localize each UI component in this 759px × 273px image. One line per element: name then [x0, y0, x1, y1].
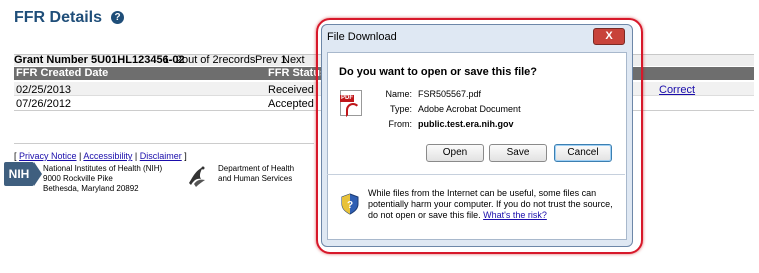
accessibility-link[interactable]: Accessibility: [83, 151, 132, 161]
privacy-notice-link[interactable]: Privacy Notice: [19, 151, 77, 161]
open-button[interactable]: Open: [426, 144, 484, 162]
file-type-value: Adobe Acrobat Document: [418, 104, 521, 114]
cancel-button[interactable]: Cancel: [554, 144, 612, 162]
cell-created-date: 02/25/2013: [16, 84, 72, 96]
column-header-date[interactable]: FFR Created Date: [16, 67, 108, 80]
nih-address-line: National Institutes of Health (NIH): [43, 164, 163, 173]
page-title: FFR Details: [14, 9, 103, 26]
footer-divider: [14, 143, 314, 144]
type-label: Type:: [389, 104, 412, 114]
security-shield-icon: ?: [341, 193, 359, 215]
dialog-question: Do you want to open or save this file?: [339, 66, 538, 78]
nih-address: National Institutes of Health (NIH) 9000…: [43, 164, 162, 194]
cell-created-date: 07/26/2012: [16, 98, 72, 110]
security-warning: While files from the Internet can be use…: [368, 188, 613, 221]
hhs-eagle-icon[interactable]: [185, 163, 211, 189]
nih-logo[interactable]: NIH: [4, 162, 34, 186]
nih-address-line: Bethesda, Maryland 20892: [43, 184, 139, 193]
hhs-name-line: and Human Services: [218, 174, 293, 183]
help-icon[interactable]: ?: [111, 11, 124, 24]
correct-link[interactable]: Correct: [659, 84, 695, 96]
hhs-name-line: Department of Health: [218, 164, 295, 173]
save-button[interactable]: Save: [489, 144, 547, 162]
records-count: 1- 2out of 2records: [163, 54, 256, 66]
disclaimer-link[interactable]: Disclaimer: [140, 151, 182, 161]
file-name-value: FSR505567.pdf: [418, 89, 482, 99]
nih-address-line: 9000 Rockville Pike: [43, 174, 113, 183]
dialog-title: File Download: [327, 31, 397, 43]
cell-status: Accepted: [268, 98, 314, 110]
cell-status: Received: [268, 84, 314, 96]
svg-text:?: ?: [347, 200, 353, 211]
nih-logo-arrow: [34, 162, 42, 186]
file-source-value: public.test.era.nih.gov: [418, 119, 514, 129]
footer-links: [ Privacy Notice | Accessibility | Discl…: [14, 151, 187, 161]
dialog-divider: [327, 174, 625, 175]
whats-the-risk-link[interactable]: What's the risk?: [483, 210, 547, 220]
close-button[interactable]: X: [593, 28, 625, 45]
pdf-file-icon: PDF: [340, 90, 362, 117]
from-label: From:: [388, 119, 413, 129]
pdf-badge: PDF: [340, 95, 354, 102]
grant-number: Grant Number 5U01HL123456-02: [14, 54, 185, 66]
acrobat-swoosh-icon: [346, 103, 360, 117]
hhs-name: Department of Health and Human Services: [218, 164, 294, 184]
pagination-next[interactable]: Next: [282, 54, 305, 66]
name-label: Name:: [385, 89, 412, 99]
